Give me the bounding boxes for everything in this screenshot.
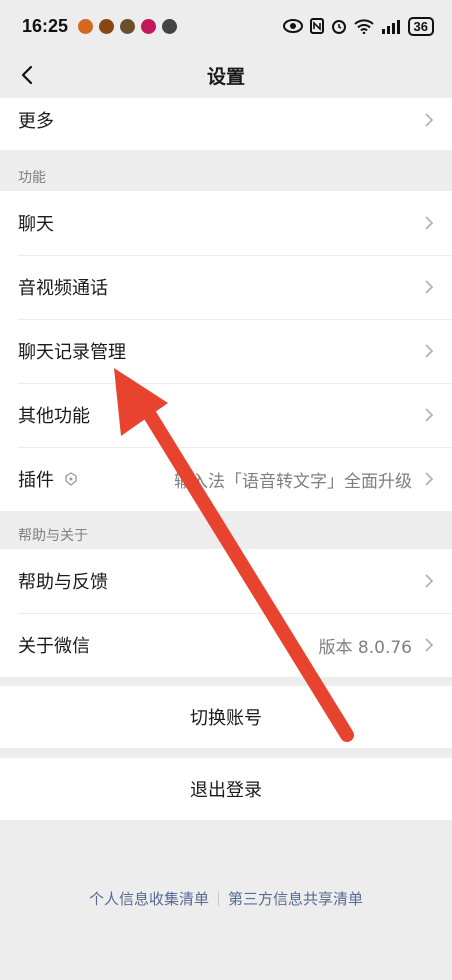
nfc-icon [309, 18, 324, 34]
footer-divider [218, 891, 219, 906]
logout-label: 退出登录 [190, 780, 262, 801]
features-group: 聊天 音视频通话 聊天记录管理 其他功能 插件 输入法「语音转文字」全面升级 [0, 191, 452, 511]
page-title: 设置 [206, 65, 245, 88]
chevron-left-icon [21, 65, 33, 85]
section-label-features: 功能 [18, 170, 46, 186]
settings-item-label: 音视频通话 [18, 278, 108, 299]
app-notification-icon [162, 18, 178, 34]
app-notification-icon [141, 18, 157, 34]
app-notification-icon [99, 18, 115, 34]
settings-item-help-feedback[interactable]: 帮助与反馈 [0, 549, 452, 613]
settings-item-about[interactable]: 关于微信 版本 8.0.76 [0, 613, 452, 677]
chevron-right-icon [424, 343, 434, 359]
settings-item-chat[interactable]: 聊天 [0, 191, 452, 255]
more-group: 更多 [0, 98, 452, 150]
personal-info-link[interactable]: 个人信息收集清单 [89, 888, 209, 909]
chevron-right-icon [424, 637, 434, 653]
settings-item-label: 更多 [18, 111, 54, 132]
chevron-right-icon [424, 407, 434, 423]
settings-item-label: 聊天记录管理 [18, 342, 126, 363]
status-icons: 36 [282, 16, 434, 36]
eye-icon [282, 19, 303, 33]
app-notification-icon [78, 18, 94, 34]
plugin-promo-text: 输入法「语音转文字」全面升级 [174, 471, 412, 492]
settings-item-label: 聊天 [18, 214, 54, 235]
signal-icon [381, 19, 400, 34]
wifi-icon [353, 18, 374, 34]
settings-item-label: 帮助与反馈 [18, 572, 108, 593]
settings-item-chat-history[interactable]: 聊天记录管理 [0, 319, 452, 383]
settings-item-av-call[interactable]: 音视频通话 [0, 255, 452, 319]
settings-item-other-features[interactable]: 其他功能 [0, 383, 452, 447]
chevron-right-icon [424, 573, 434, 589]
settings-item-label: 其他功能 [18, 406, 90, 427]
chevron-right-icon [424, 471, 434, 487]
nav-bar: 设置 [0, 52, 452, 98]
settings-item-label: 关于微信 [18, 636, 90, 657]
settings-item-plugins[interactable]: 插件 输入法「语音转文字」全面升级 [0, 447, 452, 511]
chevron-right-icon [424, 215, 434, 231]
settings-item-label: 插件 [18, 470, 54, 491]
section-label-help: 帮助与关于 [18, 528, 88, 544]
version-text: 版本 8.0.76 [318, 637, 412, 658]
third-party-link[interactable]: 第三方信息共享清单 [228, 888, 363, 909]
logout-button[interactable]: 退出登录 [0, 758, 452, 820]
plugin-icon [64, 472, 78, 486]
settings-item-more[interactable]: 更多 [0, 98, 452, 142]
chevron-right-icon [424, 112, 434, 128]
app-notification-icon [120, 18, 136, 34]
alarm-icon [331, 20, 346, 34]
status-time: 16:25 [22, 15, 69, 36]
battery-indicator: 36 [407, 16, 434, 36]
switch-account-label: 切换账号 [190, 708, 262, 729]
footer-links: 个人信息收集清单 第三方信息共享清单 [0, 888, 452, 909]
status-bar: 16:25 36 [0, 0, 452, 52]
switch-account-button[interactable]: 切换账号 [0, 686, 452, 748]
help-group: 帮助与反馈 关于微信 版本 8.0.76 [0, 549, 452, 677]
chevron-right-icon [424, 279, 434, 295]
back-button[interactable] [12, 60, 42, 90]
